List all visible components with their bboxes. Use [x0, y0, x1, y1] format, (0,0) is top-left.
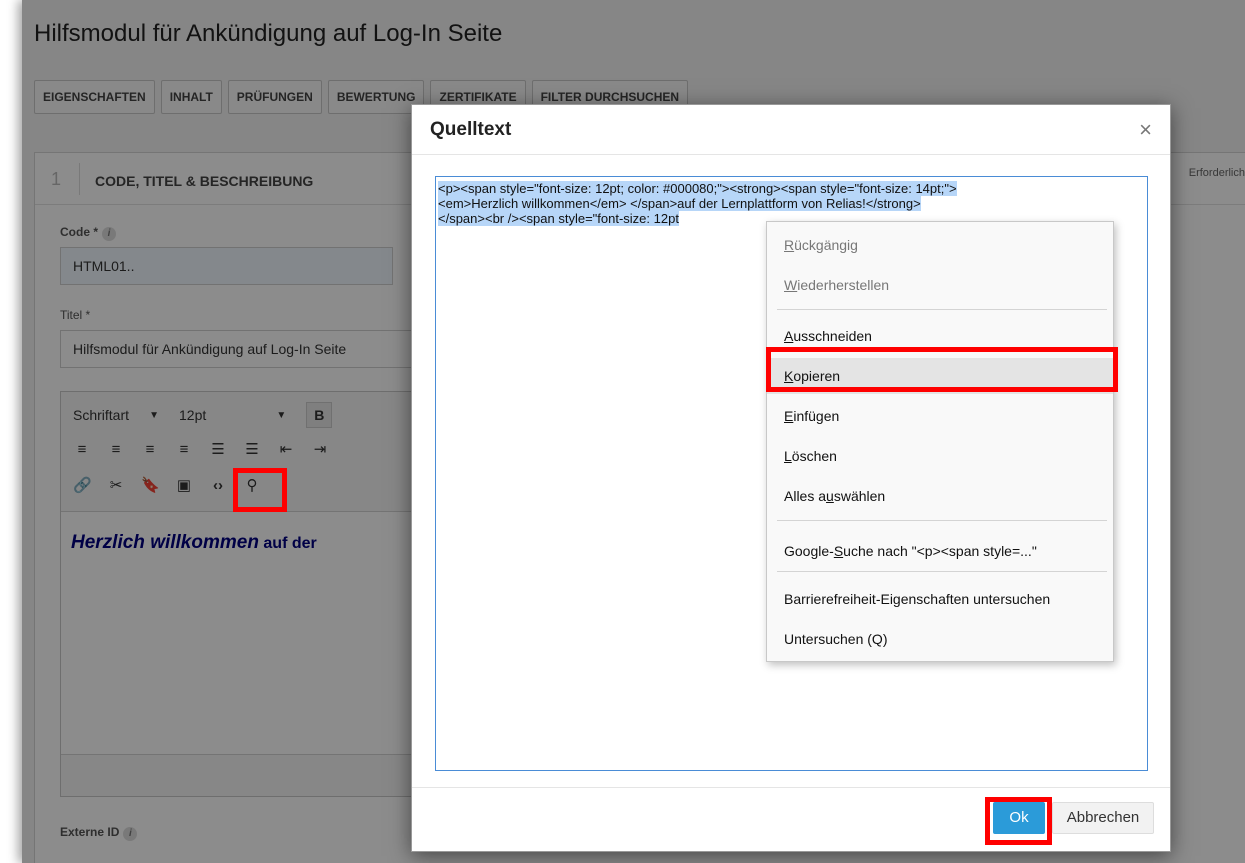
close-icon[interactable]: × [1139, 117, 1152, 143]
menu-separator [777, 571, 1107, 572]
source-line-text: </span><br /><span style="font-size: 12p… [438, 211, 679, 226]
menu-accesskey: R [784, 237, 795, 253]
menu-item-google-search[interactable]: Google-Suche nach "<p><span style=..." [767, 533, 1113, 569]
source-line-text: <p><span style="font-size: 12pt; color: … [438, 181, 957, 196]
source-line-text: <em>Herzlich willkommen</em> </span>auf … [438, 196, 921, 211]
menu-accesskey: W [784, 277, 798, 293]
dialog-footer: Ok Abbrechen [412, 787, 1170, 851]
menu-accesskey: u [826, 488, 834, 504]
menu-text: iederherstellen [797, 277, 890, 293]
menu-item-select-all[interactable]: Alles auswählen [767, 478, 1113, 514]
source-line: <p><span style="font-size: 12pt; color: … [438, 181, 1145, 196]
menu-accesskey: L [784, 448, 792, 464]
highlight-copy-item [766, 347, 1118, 392]
cancel-button[interactable]: Abbrechen [1052, 802, 1154, 834]
menu-text: Alles a [784, 488, 827, 504]
menu-accesskey: A [784, 328, 794, 344]
highlight-ok-button [985, 797, 1052, 845]
menu-item-redo[interactable]: Wiederherstellen [767, 267, 1113, 303]
highlight-source-code-button [233, 468, 287, 512]
menu-text: usschneiden [793, 328, 872, 344]
menu-text: öschen [791, 448, 837, 464]
menu-text: Barrierefreiheit-Eigenschaften untersuch… [784, 591, 1051, 607]
menu-item-accessibility[interactable]: Barrierefreiheit-Eigenschaften untersuch… [767, 581, 1113, 617]
menu-item-undo[interactable]: Rückgängig [767, 227, 1113, 263]
menu-item-paste[interactable]: Einfügen [767, 398, 1113, 434]
menu-separator [777, 520, 1107, 521]
menu-text: Untersuchen (Q) [784, 631, 888, 647]
menu-text: uche nach "<p><span style=..." [843, 543, 1037, 559]
menu-item-delete[interactable]: Löschen [767, 438, 1113, 474]
menu-separator [777, 309, 1107, 310]
menu-item-inspect[interactable]: Untersuchen (Q) [767, 621, 1113, 657]
context-menu: Rückgängig Wiederherstellen Ausschneiden… [766, 221, 1114, 662]
menu-text: infügen [793, 408, 840, 424]
menu-text: swählen [833, 488, 886, 504]
menu-text: ückgängig [794, 237, 858, 253]
menu-accesskey: S [833, 543, 844, 559]
dialog-header: Quelltext × [412, 105, 1170, 155]
menu-accesskey: E [784, 408, 794, 424]
dialog-title: Quelltext [430, 119, 512, 140]
menu-text: Google- [784, 543, 834, 559]
source-line: <em>Herzlich willkommen</em> </span>auf … [438, 196, 1145, 211]
